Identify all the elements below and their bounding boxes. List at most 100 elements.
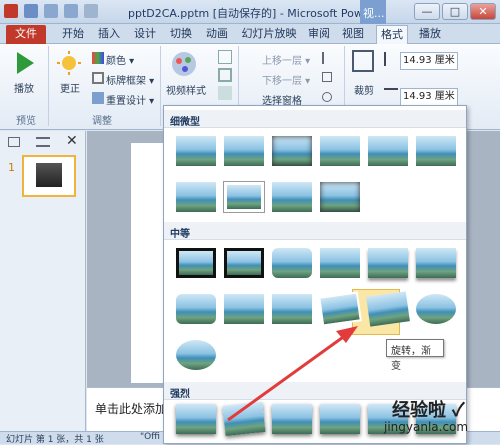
tab-home[interactable]: 开始 bbox=[58, 25, 88, 44]
redo-icon[interactable] bbox=[64, 4, 78, 18]
slide-info: 幻灯片 第 1 张，共 1 张 bbox=[6, 435, 104, 445]
tab-file[interactable]: 文件 bbox=[6, 25, 46, 44]
style-preview-image bbox=[416, 248, 456, 278]
thumbnail-image bbox=[36, 163, 62, 187]
height-icon bbox=[384, 52, 396, 66]
maximize-button[interactable]: □ bbox=[442, 3, 468, 20]
powerpoint-logo-icon bbox=[4, 4, 18, 18]
video-style-thumbnail[interactable] bbox=[320, 404, 360, 434]
send-backward-label[interactable]: 下移一层 ▾ bbox=[262, 72, 310, 87]
ribbon-tabs: 文件 开始 插入 设计 切换 动画 幻灯片放映 审阅 视图 格式 播放 bbox=[0, 24, 500, 44]
video-style-thumbnail[interactable] bbox=[320, 136, 360, 166]
tab-review[interactable]: 审阅 bbox=[304, 25, 334, 44]
video-shape-icon[interactable] bbox=[218, 50, 232, 64]
play-icon[interactable] bbox=[14, 50, 36, 76]
preview-group-label: 预览 bbox=[16, 116, 36, 127]
frame-icon[interactable] bbox=[92, 72, 104, 84]
video-styles-label[interactable]: 视频样式 bbox=[166, 82, 206, 97]
group-icon[interactable] bbox=[322, 72, 332, 82]
close-panel-icon[interactable]: ✕ bbox=[66, 133, 78, 149]
video-style-thumbnail[interactable] bbox=[272, 182, 312, 212]
video-style-thumbnail[interactable] bbox=[224, 136, 264, 166]
style-preview-image bbox=[320, 404, 360, 434]
tab-format[interactable]: 格式 bbox=[376, 25, 408, 44]
width-input[interactable]: 14.93 厘米 bbox=[400, 88, 458, 106]
customize-toolbar-icon[interactable] bbox=[84, 4, 98, 18]
video-style-thumbnail[interactable] bbox=[416, 136, 456, 166]
video-effects-icon[interactable] bbox=[218, 86, 232, 100]
video-style-thumbnail[interactable] bbox=[416, 248, 456, 278]
video-style-thumbnail[interactable] bbox=[176, 340, 216, 370]
video-style-thumbnail[interactable] bbox=[176, 294, 216, 324]
adjust-group-label: 调整 bbox=[92, 116, 112, 127]
tab-view[interactable]: 视图 bbox=[338, 25, 368, 44]
title-bar: pptD2CA.pptm [自动保存的] - Microsoft PowerP … bbox=[0, 0, 500, 24]
context-tool-tab[interactable]: 视... bbox=[360, 0, 386, 24]
reset-icon[interactable] bbox=[92, 92, 104, 104]
video-style-thumbnail[interactable] bbox=[272, 404, 312, 434]
close-button[interactable]: ✕ bbox=[470, 3, 496, 20]
outline-tab-icon[interactable] bbox=[36, 137, 50, 147]
video-styles-gallery: 细微型 中等 强烈 旋转，渐变 bbox=[163, 105, 467, 444]
video-style-thumbnail[interactable] bbox=[223, 181, 265, 213]
corrections-label[interactable]: 更正 bbox=[60, 80, 80, 95]
video-style-thumbnail[interactable] bbox=[176, 136, 216, 166]
window-title: pptD2CA.pptm [自动保存的] - Microsoft PowerP bbox=[128, 7, 381, 20]
style-preview-image bbox=[368, 248, 408, 278]
video-styles-icon[interactable] bbox=[168, 50, 200, 78]
style-preview-image bbox=[176, 294, 216, 324]
crop-label[interactable]: 裁剪 bbox=[354, 82, 374, 97]
video-style-thumbnail[interactable] bbox=[416, 294, 456, 324]
tab-slideshow[interactable]: 幻灯片放映 bbox=[238, 25, 300, 44]
minimize-button[interactable]: — bbox=[414, 3, 440, 20]
tab-transitions[interactable]: 切换 bbox=[166, 25, 196, 44]
corrections-icon[interactable] bbox=[56, 50, 82, 76]
video-style-thumbnail[interactable] bbox=[368, 248, 408, 278]
video-style-thumbnail[interactable] bbox=[318, 291, 362, 327]
bring-forward-label[interactable]: 上移一层 ▾ bbox=[262, 52, 310, 67]
tab-insert[interactable]: 插入 bbox=[94, 25, 124, 44]
section-moderate: 中等 bbox=[164, 222, 466, 240]
color-icon[interactable] bbox=[92, 52, 104, 64]
style-preview-image bbox=[176, 136, 216, 166]
style-preview-image bbox=[368, 136, 408, 166]
video-style-thumbnail[interactable] bbox=[272, 248, 312, 278]
style-preview-image bbox=[272, 248, 312, 278]
video-style-thumbnail[interactable] bbox=[272, 294, 312, 324]
video-style-thumbnail[interactable] bbox=[320, 248, 360, 278]
video-style-thumbnail[interactable] bbox=[272, 136, 312, 166]
style-preview-image bbox=[318, 291, 362, 327]
slides-tab-icon[interactable] bbox=[8, 137, 20, 147]
video-style-thumbnail[interactable] bbox=[320, 182, 360, 212]
slide-thumbnail[interactable] bbox=[22, 155, 76, 197]
tab-playback[interactable]: 播放 bbox=[414, 25, 446, 44]
group-divider bbox=[160, 46, 161, 126]
style-preview-image bbox=[176, 340, 216, 370]
video-style-thumbnail[interactable] bbox=[366, 291, 410, 327]
height-input[interactable]: 14.93 厘米 bbox=[400, 52, 458, 70]
style-preview-image bbox=[416, 294, 456, 324]
video-style-thumbnail[interactable] bbox=[368, 136, 408, 166]
video-style-thumbnail[interactable] bbox=[176, 404, 216, 434]
save-icon[interactable] bbox=[24, 4, 38, 18]
tab-design[interactable]: 设计 bbox=[130, 25, 160, 44]
video-style-thumbnail[interactable] bbox=[176, 248, 216, 278]
play-label[interactable]: 播放 bbox=[14, 80, 34, 95]
reset-design-label[interactable]: 重置设计 ▾ bbox=[106, 92, 154, 107]
color-label[interactable]: 颜色 ▾ bbox=[106, 52, 134, 67]
video-style-thumbnail[interactable] bbox=[224, 294, 264, 324]
style-preview-image bbox=[222, 401, 266, 437]
style-preview-image bbox=[176, 182, 216, 212]
poster-frame-label[interactable]: 标牌框架 ▾ bbox=[106, 72, 154, 87]
video-border-icon[interactable] bbox=[218, 68, 232, 82]
style-preview-image bbox=[320, 248, 360, 278]
style-preview-image bbox=[272, 182, 312, 212]
undo-icon[interactable] bbox=[44, 4, 58, 18]
crop-icon[interactable] bbox=[352, 50, 374, 72]
tab-animations[interactable]: 动画 bbox=[202, 25, 232, 44]
video-style-thumbnail[interactable] bbox=[222, 401, 266, 437]
video-style-thumbnail[interactable] bbox=[176, 182, 216, 212]
align-icon[interactable] bbox=[322, 52, 332, 64]
video-style-thumbnail[interactable] bbox=[224, 248, 264, 278]
rotate-icon[interactable] bbox=[322, 92, 332, 102]
